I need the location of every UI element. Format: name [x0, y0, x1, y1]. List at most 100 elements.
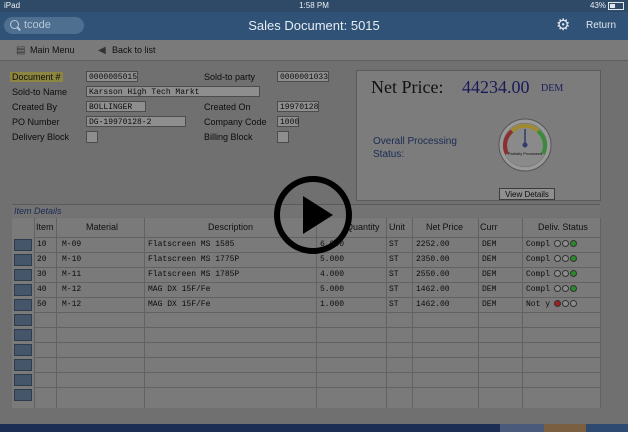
- cell-item: 50: [37, 300, 47, 309]
- column-divider: [34, 218, 35, 408]
- row-selector[interactable]: [14, 329, 32, 341]
- deliv-status-text: Compl: [526, 255, 551, 264]
- back-arrow-icon: ◀: [98, 44, 106, 56]
- status-light: [554, 270, 562, 278]
- row-selector[interactable]: [14, 284, 32, 296]
- row-divider: [34, 357, 600, 358]
- search-placeholder: tcode: [24, 19, 51, 31]
- document-number-label: Document #: [10, 72, 63, 82]
- gear-icon[interactable]: ⚙: [556, 18, 572, 34]
- document-number-field[interactable]: 0000005015: [86, 71, 138, 82]
- cell-description: MAG DX 15F/Fe: [148, 300, 211, 309]
- row-selector[interactable]: [14, 254, 32, 266]
- row-divider: [34, 312, 600, 313]
- play-icon[interactable]: [272, 174, 354, 256]
- main-menu-label: Main Menu: [30, 45, 75, 55]
- traffic-light-icon: [553, 240, 578, 249]
- cell-material: M-11: [62, 270, 82, 279]
- column-divider: [600, 218, 601, 408]
- cell-net-price: 2550.00: [416, 270, 450, 279]
- clock: 1:58 PM: [299, 1, 329, 10]
- deliv-status-text: Compl: [526, 285, 551, 294]
- cell-deliv-status: Not y: [526, 297, 578, 312]
- row-selector[interactable]: [14, 314, 32, 326]
- net-price-currency: DEM: [541, 83, 564, 94]
- status-light: [554, 255, 562, 263]
- row-selector[interactable]: [14, 239, 32, 251]
- back-to-list-button[interactable]: ◀ Back to list: [98, 40, 156, 60]
- view-details-button[interactable]: View Details: [499, 188, 555, 200]
- created-by-field[interactable]: BOLLINGER: [86, 101, 146, 112]
- cell-material: M-10: [62, 255, 82, 264]
- cell-net-price: 1462.00: [416, 285, 450, 294]
- navigation-bar: Sales Document: 5015 tcode ⚙ Return: [0, 12, 628, 40]
- battery-indicator: 43%: [590, 0, 624, 12]
- status-light: [554, 285, 562, 293]
- cell-material: M-09: [62, 240, 82, 249]
- row-selector[interactable]: [14, 359, 32, 371]
- traffic-light-icon: [553, 300, 578, 309]
- status-light: [570, 270, 578, 278]
- billing-block-checkbox[interactable]: [277, 131, 289, 143]
- net-price-panel: Net Price: 44234.00 DEM Overall Processi…: [356, 70, 601, 201]
- cell-curr: DEM: [482, 240, 497, 249]
- status-light: [562, 285, 570, 293]
- status-light: [570, 300, 578, 308]
- row-divider: [34, 282, 600, 283]
- column-divider: [478, 218, 479, 408]
- cell-description: Flatscreen MS 1775P: [148, 255, 240, 264]
- document-icon: ▤: [16, 44, 26, 56]
- row-divider: [34, 267, 600, 268]
- net-price-value: 44234.00: [462, 77, 530, 97]
- return-button[interactable]: Return: [586, 12, 616, 40]
- page-title: Sales Document: 5015: [248, 18, 380, 33]
- battery-icon: [608, 1, 624, 10]
- deliv-status-text: Compl: [526, 240, 551, 249]
- cell-net-price: 2252.00: [416, 240, 450, 249]
- traffic-light-icon: [553, 255, 578, 264]
- cell-description: Flatscreen MS 1585: [148, 240, 235, 249]
- cell-unit: ST: [389, 255, 399, 264]
- po-number-field[interactable]: DG-19970128-2: [86, 116, 186, 127]
- created-on-field[interactable]: 19970128: [277, 101, 319, 112]
- row-selector[interactable]: [14, 344, 32, 356]
- processing-gauge: Partially Processed: [498, 118, 552, 172]
- cell-quantity: 5.000: [320, 285, 345, 294]
- cell-curr: DEM: [482, 285, 497, 294]
- row-selector[interactable]: [14, 269, 32, 281]
- col-header-deliv-status: Deliv. Status: [538, 222, 588, 232]
- tcode-search-input[interactable]: tcode: [4, 17, 84, 34]
- company-code-field[interactable]: 1000: [277, 116, 299, 127]
- row-divider: [34, 372, 600, 373]
- sold-to-party-field[interactable]: 0000001033: [277, 71, 329, 82]
- row-divider: [34, 297, 600, 298]
- delivery-block-checkbox[interactable]: [86, 131, 98, 143]
- status-light: [554, 300, 562, 308]
- main-menu-button[interactable]: ▤ Main Menu: [16, 40, 75, 60]
- row-selector[interactable]: [14, 374, 32, 386]
- sold-to-name-field[interactable]: Karsson High Tech Markt: [86, 86, 260, 97]
- column-divider: [56, 218, 57, 408]
- status-light: [562, 270, 570, 278]
- deliv-status-text: Not y: [526, 300, 551, 309]
- cell-deliv-status: Compl: [526, 282, 578, 297]
- sold-to-party-label: Sold-to party: [204, 72, 256, 82]
- cell-quantity: 1.000: [320, 300, 345, 309]
- cell-curr: DEM: [482, 270, 497, 279]
- created-by-label: Created By: [12, 102, 58, 112]
- cell-deliv-status: Compl: [526, 252, 578, 267]
- row-divider: [34, 327, 600, 328]
- row-selector[interactable]: [14, 389, 32, 401]
- row-selector[interactable]: [14, 299, 32, 311]
- status-light: [562, 300, 570, 308]
- cell-deliv-status: Compl: [526, 267, 578, 282]
- gauge-text: Partially Processed: [508, 151, 542, 156]
- column-divider: [386, 218, 387, 408]
- row-divider: [34, 342, 600, 343]
- status-light: [554, 240, 562, 248]
- cell-net-price: 1462.00: [416, 300, 450, 309]
- status-light: [562, 255, 570, 263]
- ios-status-bar: iPad 1:58 PM 43%: [0, 0, 628, 12]
- po-number-label: PO Number: [12, 117, 60, 127]
- delivery-block-label: Delivery Block: [12, 132, 70, 142]
